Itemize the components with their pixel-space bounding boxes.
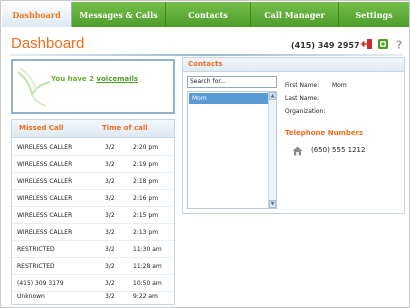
missed-call-row[interactable]: WIRELESS CALLER 3/2 2:13 pm	[12, 224, 174, 241]
call-date: 3/2	[105, 195, 115, 202]
call-time: 9:22 am	[133, 293, 158, 300]
refresh-icon[interactable]	[377, 38, 389, 50]
caller-name: RESTRICTED	[17, 263, 55, 270]
caller-name: WIRELESS CALLER	[17, 178, 73, 185]
home-icon	[292, 141, 303, 160]
missed-calls-header: Missed Call Time of call	[12, 120, 174, 138]
call-time: 2:15 pm	[133, 212, 159, 219]
last-name-label: Last Name:	[285, 95, 320, 102]
contact-list[interactable]: Mom ▲ ▼	[187, 91, 277, 209]
call-date: 3/2	[105, 212, 115, 219]
app-window: Dashboard Messages & Calls Contacts Call…	[0, 0, 410, 308]
contact-list-item-mom[interactable]: Mom	[189, 93, 268, 104]
call-time: 2:20 pm	[133, 144, 159, 151]
call-time: 2:19 pm	[133, 161, 159, 168]
empty-area	[182, 219, 405, 305]
voicemail-message: You have 2 voicemails	[51, 75, 138, 83]
tab-dashboard[interactable]: Dashboard	[2, 2, 72, 27]
missed-call-row[interactable]: WIRELESS CALLER 3/2 2:16 pm	[12, 190, 174, 207]
first-name-value: Mom	[332, 82, 347, 89]
tab-call-manager[interactable]: Call Manager	[251, 2, 339, 27]
title-divider	[9, 54, 403, 56]
first-name-label: First Name:	[285, 82, 320, 89]
call-date: 3/2	[105, 263, 115, 270]
call-date: 3/2	[105, 144, 115, 151]
call-time: 11:30 am	[133, 246, 162, 253]
caller-name: WIRELESS CALLER	[17, 212, 73, 219]
time-of-call-column-header: Time of call	[102, 124, 148, 132]
voicemail-link[interactable]: voicemails	[96, 75, 138, 83]
contact-search-input[interactable]: Search for...	[187, 76, 277, 88]
missed-call-row[interactable]: RESTRICTED 3/2 11:30 am	[12, 241, 174, 258]
logout-icon[interactable]	[361, 38, 373, 50]
telephone-numbers-heading: Telephone Numbers	[285, 129, 364, 137]
caller-name: Unknown	[17, 293, 45, 300]
svg-text:?: ?	[396, 39, 402, 51]
missed-call-row[interactable]: WIRELESS CALLER 3/2 2:15 pm	[12, 207, 174, 224]
help-icon[interactable]: ?	[394, 38, 406, 51]
call-time: 10:50 am	[133, 280, 162, 287]
caller-name: WIRELESS CALLER	[17, 195, 73, 202]
contacts-panel: Contacts Search for... Mom ▲ ▼ First Nam…	[182, 57, 405, 214]
call-date: 3/2	[105, 229, 115, 236]
call-date: 3/2	[105, 280, 115, 287]
missed-call-row[interactable]: RESTRICTED 3/2 11:28 am	[12, 258, 174, 275]
call-date: 3/2	[105, 246, 115, 253]
contacts-title: Contacts	[188, 60, 223, 68]
call-time: 2:18 pm	[133, 178, 159, 185]
missed-call-column-header: Missed Call	[19, 124, 64, 132]
call-date: 3/2	[105, 293, 115, 300]
caller-name: WIRELESS CALLER	[17, 144, 73, 151]
missed-call-row[interactable]: WIRELESS CALLER 3/2 2:20 pm	[12, 139, 174, 156]
organization-label: Organization:	[285, 108, 326, 115]
contact-list-scrollbar[interactable]: ▲ ▼	[268, 92, 276, 208]
call-date: 3/2	[105, 161, 115, 168]
voicemail-notice: You have 2 voicemails	[11, 59, 175, 114]
missed-call-row[interactable]: Unknown 3/2 9:22 am	[12, 288, 174, 305]
missed-call-row[interactable]: WIRELESS CALLER 3/2 2:18 pm	[12, 173, 174, 190]
call-date: 3/2	[105, 178, 115, 185]
call-time: 2:13 pm	[133, 229, 159, 236]
tab-messages-calls[interactable]: Messages & Calls	[72, 2, 166, 27]
voicemail-prefix: You have 2	[51, 75, 97, 83]
telephone-number[interactable]: (650) 555 1212	[311, 146, 365, 154]
main-tab-bar: Dashboard Messages & Calls Contacts Call…	[2, 2, 409, 27]
missed-calls-panel: Missed Call Time of call WIRELESS CALLER…	[11, 119, 175, 305]
voicemail-swoosh-icon	[17, 67, 51, 107]
tab-contacts[interactable]: Contacts	[166, 2, 251, 27]
telephone-entry: (650) 555 1212	[292, 144, 365, 156]
call-time: 2:16 pm	[133, 195, 159, 202]
missed-call-row[interactable]: WIRELESS CALLER 3/2 2:19 pm	[12, 156, 174, 173]
tab-settings[interactable]: Settings	[339, 2, 409, 27]
scroll-down-icon[interactable]: ▼	[269, 200, 276, 208]
caller-name: (415) 309 3179	[17, 280, 64, 287]
caller-name: WIRELESS CALLER	[17, 229, 73, 236]
scroll-up-icon[interactable]: ▲	[269, 92, 276, 100]
account-phone-number: (415) 349 2957	[291, 41, 360, 50]
page-title: Dashboard	[11, 35, 85, 52]
caller-name: WIRELESS CALLER	[17, 161, 73, 168]
call-time: 11:28 am	[133, 263, 162, 270]
contacts-header: Contacts	[183, 58, 404, 72]
caller-name: RESTRICTED	[17, 246, 55, 253]
